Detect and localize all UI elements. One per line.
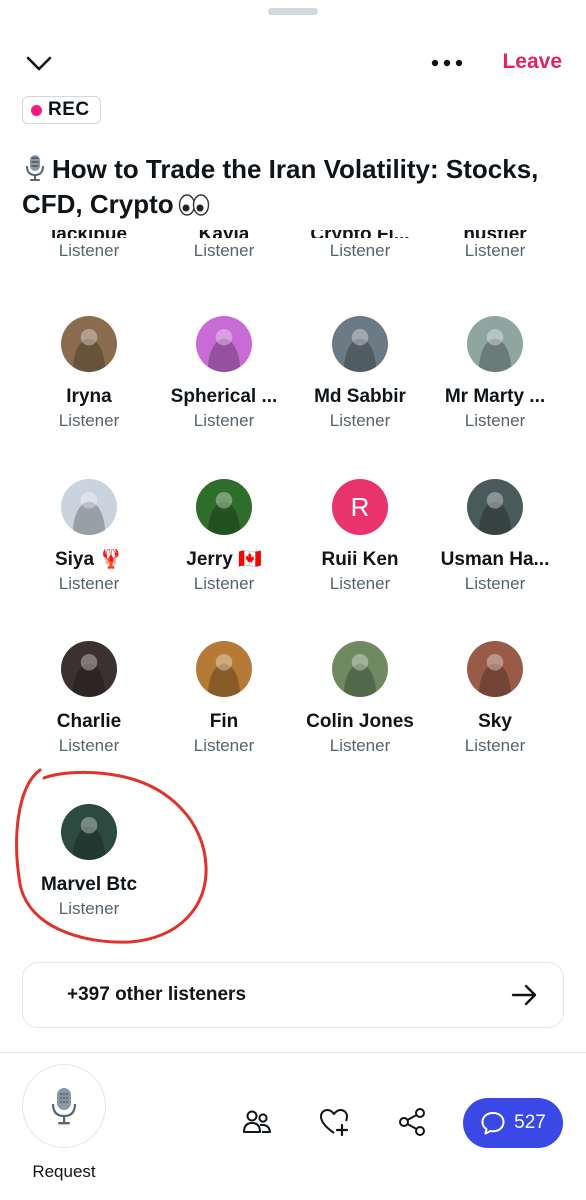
avatar [196, 316, 252, 372]
listener-item[interactable]: Fin Listener [156, 641, 292, 756]
chat-count: 527 [514, 1112, 546, 1133]
arrow-right-icon [511, 984, 537, 1006]
listener-name: Kayla [156, 230, 292, 238]
listener-cutoff[interactable]: Kayla Listener [156, 230, 292, 261]
listener-name: lackibue [21, 230, 157, 238]
avatar [196, 641, 252, 697]
listener-item[interactable]: Marvel Btc Listener [21, 804, 157, 919]
listener-item[interactable]: Usman Ha... Listener [427, 479, 563, 594]
listener-name: Jerry 🇨🇦 [186, 549, 262, 570]
leave-button[interactable]: Leave [502, 50, 562, 74]
more-icon[interactable] [428, 48, 468, 78]
request-label: Request [32, 1162, 96, 1181]
rec-dot [31, 104, 42, 116]
listener-role: Listener [58, 736, 120, 755]
listener-item[interactable]: R Ruii Ken Listener [292, 479, 428, 594]
listener-name: Iryna [66, 386, 112, 407]
avatar-initial: R [350, 492, 370, 522]
listener-name: Mr Marty ... [444, 386, 546, 407]
avatar: R [332, 479, 388, 535]
listener-role: Listener [193, 241, 255, 260]
listener-name: Fin [209, 711, 239, 732]
listener-item[interactable]: Charlie Listener [21, 641, 157, 756]
listener-role: Listener [193, 411, 255, 430]
listener-role: Listener [58, 241, 120, 260]
listener-name: Spherical ... [170, 386, 278, 407]
listener-cutoff[interactable]: lackibue Listener [21, 230, 157, 261]
listener-role: Listener [58, 411, 120, 430]
listener-name: Siya 🦞 [54, 549, 124, 570]
listener-role: Listener [329, 411, 391, 430]
listener-grid: lackibue Listener Kayla Listener Crypto … [0, 230, 586, 950]
listener-role: Listener [329, 241, 391, 260]
listener-item[interactable]: Md Sabbir Listener [292, 316, 428, 431]
chat-button[interactable]: 527 [463, 1098, 563, 1148]
listener-item[interactable]: Sky Listener [427, 641, 563, 756]
listener-role: Listener [329, 574, 391, 593]
request-button[interactable] [22, 1064, 106, 1148]
rec-badge: REC [22, 96, 101, 124]
listener-role: Listener [464, 574, 526, 593]
avatar [332, 641, 388, 697]
footer-divider [0, 1052, 586, 1053]
other-listeners-button[interactable]: +397 other listeners [22, 962, 564, 1028]
rec-label: REC [48, 99, 90, 120]
space-title-text: How to Trade the Iran Volatility: Stocks… [22, 154, 539, 219]
listener-role: Listener [464, 736, 526, 755]
avatar [196, 479, 252, 535]
drag-handle[interactable] [268, 8, 318, 15]
eyes-icon [178, 194, 209, 216]
listener-name: Ruii Ken [321, 549, 399, 570]
listener-item[interactable]: Colin Jones Listener [292, 641, 428, 756]
avatar [61, 316, 117, 372]
listener-cutoff[interactable]: Crypto Fi... Listener [292, 230, 428, 261]
listener-cutoff[interactable]: hustler Listener [427, 230, 563, 261]
avatar [61, 479, 117, 535]
listener-item[interactable]: Iryna Listener [21, 316, 157, 431]
listener-name: Md Sabbir [314, 386, 406, 407]
listener-role: Listener [193, 736, 255, 755]
listener-name: hustler [427, 230, 563, 238]
share-icon[interactable] [396, 1106, 428, 1138]
listener-role: Listener [58, 574, 120, 593]
avatar [467, 641, 523, 697]
space-title: How to Trade the Iran Volatility: Stocks… [22, 152, 567, 222]
heart-add-icon[interactable] [318, 1106, 350, 1138]
avatar [61, 804, 117, 860]
listener-role: Listener [464, 241, 526, 260]
listener-role: Listener [58, 899, 120, 918]
listener-name: Charlie [56, 711, 122, 732]
listener-item[interactable]: Siya 🦞 Listener [21, 479, 157, 594]
listener-role: Listener [193, 574, 255, 593]
listener-name: Marvel Btc [40, 874, 138, 895]
listener-name: Colin Jones [306, 711, 414, 732]
people-icon[interactable] [241, 1106, 273, 1138]
chat-icon [481, 1112, 505, 1135]
avatar [467, 479, 523, 535]
microphone-icon [51, 1088, 77, 1125]
listener-name: Sky [478, 711, 512, 732]
avatar [61, 641, 117, 697]
avatar [467, 316, 523, 372]
chevron-down-icon[interactable] [24, 48, 54, 78]
listener-name: Crypto Fi... [292, 230, 428, 238]
avatar [332, 316, 388, 372]
listener-item[interactable]: Mr Marty ... Listener [427, 316, 563, 431]
listener-role: Listener [464, 411, 526, 430]
top-bar: Leave [0, 40, 586, 84]
listener-name: Usman Ha... [440, 549, 550, 570]
listener-item[interactable]: Spherical ... Listener [156, 316, 292, 431]
microphone-icon [26, 155, 44, 181]
other-listeners-label: +397 other listeners [67, 984, 247, 1005]
listener-item[interactable]: Jerry 🇨🇦 Listener [156, 479, 292, 594]
listener-role: Listener [329, 736, 391, 755]
